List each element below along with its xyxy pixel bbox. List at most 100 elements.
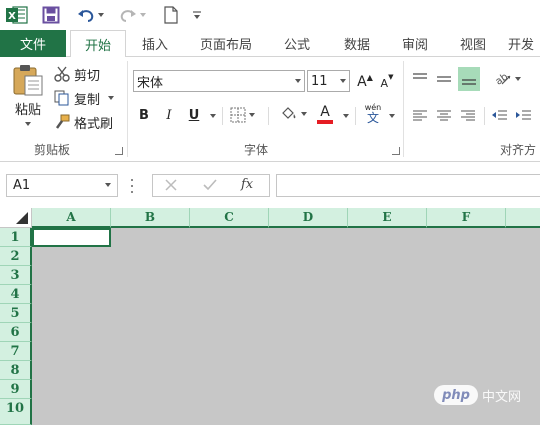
new-file-icon bbox=[164, 6, 178, 24]
copy-button[interactable]: 复制 bbox=[54, 89, 115, 108]
tab-home[interactable]: 开始 bbox=[70, 30, 126, 58]
fill-color-button[interactable] bbox=[280, 104, 307, 124]
copy-dropdown-arrow[interactable] bbox=[108, 96, 115, 100]
quick-access-toolbar: X bbox=[0, 0, 540, 30]
cut-label: 剪切 bbox=[74, 68, 101, 84]
column-header-partial[interactable] bbox=[506, 208, 540, 228]
text-orientation-icon: ab bbox=[494, 71, 511, 87]
formula-bar: A1 fx bbox=[0, 162, 540, 208]
phonetic-dropdown-arrow[interactable] bbox=[389, 114, 395, 118]
column-header-b[interactable]: B bbox=[111, 208, 190, 228]
column-header-e[interactable]: E bbox=[348, 208, 427, 228]
align-right-icon bbox=[461, 110, 475, 121]
middle-align-button[interactable] bbox=[436, 69, 454, 89]
tab-page-layout[interactable]: 页面布局 bbox=[190, 30, 262, 57]
paste-label: 粘贴 bbox=[14, 103, 41, 118]
tab-review[interactable]: 审阅 bbox=[390, 30, 440, 57]
italic-button[interactable]: I bbox=[161, 106, 177, 124]
font-name-select[interactable]: 宋体 bbox=[133, 70, 305, 92]
row-header-7[interactable]: 7 bbox=[0, 342, 32, 361]
column-header-f[interactable]: F bbox=[427, 208, 506, 228]
shrink-font-button[interactable]: A ▼ bbox=[378, 72, 396, 92]
clipboard-group-label: 剪贴板 bbox=[34, 143, 71, 157]
undo-button[interactable] bbox=[72, 4, 108, 26]
font-size-select[interactable]: 11 bbox=[307, 70, 350, 92]
active-cell-a1[interactable] bbox=[32, 228, 111, 247]
bottom-align-button[interactable] bbox=[458, 67, 480, 91]
confirm-entry-button[interactable] bbox=[203, 179, 217, 194]
formula-input[interactable] bbox=[276, 174, 540, 197]
format-painter-button[interactable]: 格式刷 bbox=[54, 113, 114, 132]
cut-button[interactable]: 剪切 bbox=[54, 65, 101, 84]
align-center-button[interactable] bbox=[436, 107, 454, 125]
tab-formulas[interactable]: 公式 bbox=[272, 30, 322, 57]
customize-qat-icon bbox=[193, 11, 201, 19]
paste-dropdown-arrow[interactable] bbox=[25, 122, 31, 126]
column-header-c[interactable]: C bbox=[190, 208, 269, 228]
tab-developer[interactable]: 开发 bbox=[508, 30, 540, 57]
fill-color-dropdown-arrow[interactable] bbox=[301, 112, 307, 116]
checkmark-icon bbox=[203, 179, 217, 191]
name-box-dropdown-arrow[interactable] bbox=[105, 183, 111, 187]
formula-bar-grip[interactable] bbox=[131, 179, 134, 193]
orientation-button[interactable]: ab bbox=[494, 69, 521, 89]
font-size-dropdown-arrow[interactable] bbox=[340, 79, 346, 83]
grow-font-button[interactable]: A ▲ bbox=[356, 72, 374, 92]
redo-button[interactable] bbox=[114, 4, 150, 26]
excel-icon: X bbox=[6, 4, 28, 26]
decrease-indent-button[interactable] bbox=[492, 107, 510, 125]
row-header-6[interactable]: 6 bbox=[0, 323, 32, 342]
underline-dropdown-arrow[interactable] bbox=[210, 114, 216, 118]
row-header-9[interactable]: 9 bbox=[0, 380, 32, 399]
tab-data[interactable]: 数据 bbox=[332, 30, 382, 57]
new-file-button[interactable] bbox=[160, 4, 182, 26]
row-header-8[interactable]: 8 bbox=[0, 361, 32, 380]
format-painter-label: 格式刷 bbox=[74, 116, 114, 132]
increase-indent-button[interactable] bbox=[516, 107, 534, 125]
font-name-dropdown-arrow[interactable] bbox=[295, 79, 301, 83]
borders-dropdown-arrow[interactable] bbox=[249, 113, 255, 117]
font-color-button[interactable]: A bbox=[316, 103, 334, 125]
tab-file[interactable]: 文件 bbox=[0, 30, 66, 57]
copy-icon bbox=[54, 90, 69, 106]
borders-button[interactable] bbox=[230, 106, 255, 124]
cancel-entry-button[interactable] bbox=[165, 179, 177, 194]
paste-button[interactable]: 粘贴 bbox=[8, 63, 48, 133]
tab-view[interactable]: 视图 bbox=[448, 30, 498, 57]
row-header-4[interactable]: 4 bbox=[0, 285, 32, 304]
underline-button[interactable]: U bbox=[186, 106, 202, 124]
name-box[interactable]: A1 bbox=[6, 174, 118, 197]
font-toolbar-divider bbox=[268, 107, 269, 125]
font-color-dropdown-arrow[interactable] bbox=[343, 114, 349, 118]
insert-function-button[interactable]: fx bbox=[241, 177, 253, 192]
row-header-3[interactable]: 3 bbox=[0, 266, 32, 285]
column-header-d[interactable]: D bbox=[269, 208, 348, 228]
orientation-dropdown-arrow[interactable] bbox=[515, 77, 521, 81]
font-toolbar-divider bbox=[355, 107, 356, 125]
row-header-5[interactable]: 5 bbox=[0, 304, 32, 323]
grow-font-caret-icon: ▲ bbox=[366, 72, 373, 82]
top-align-button[interactable] bbox=[412, 69, 430, 89]
redo-dropdown-arrow[interactable] bbox=[139, 13, 146, 17]
select-all-corner[interactable] bbox=[0, 208, 32, 228]
save-icon bbox=[42, 6, 60, 24]
row-header-10[interactable]: 10 bbox=[0, 399, 32, 425]
paint-bucket-icon bbox=[282, 107, 296, 123]
customize-qat-button[interactable] bbox=[190, 4, 204, 26]
row-header-1[interactable]: 1 bbox=[0, 228, 32, 247]
align-left-button[interactable] bbox=[412, 107, 430, 125]
svg-text:ab: ab bbox=[494, 71, 510, 87]
row-header-2[interactable]: 2 bbox=[0, 247, 32, 266]
undo-dropdown-arrow[interactable] bbox=[97, 13, 104, 17]
phonetic-guide-button[interactable]: wén 文 bbox=[362, 101, 384, 127]
font-launcher-icon[interactable] bbox=[392, 147, 400, 155]
align-right-button[interactable] bbox=[460, 107, 478, 125]
shrink-font-caret-icon: ▼ bbox=[388, 73, 394, 81]
clipboard-launcher-icon[interactable] bbox=[115, 147, 123, 155]
tab-insert[interactable]: 插入 bbox=[130, 30, 180, 57]
bold-button[interactable]: B bbox=[136, 106, 152, 124]
redo-icon bbox=[120, 10, 136, 22]
column-header-a[interactable]: A bbox=[32, 208, 111, 228]
align-top-icon bbox=[413, 73, 427, 79]
save-button[interactable] bbox=[40, 4, 62, 26]
